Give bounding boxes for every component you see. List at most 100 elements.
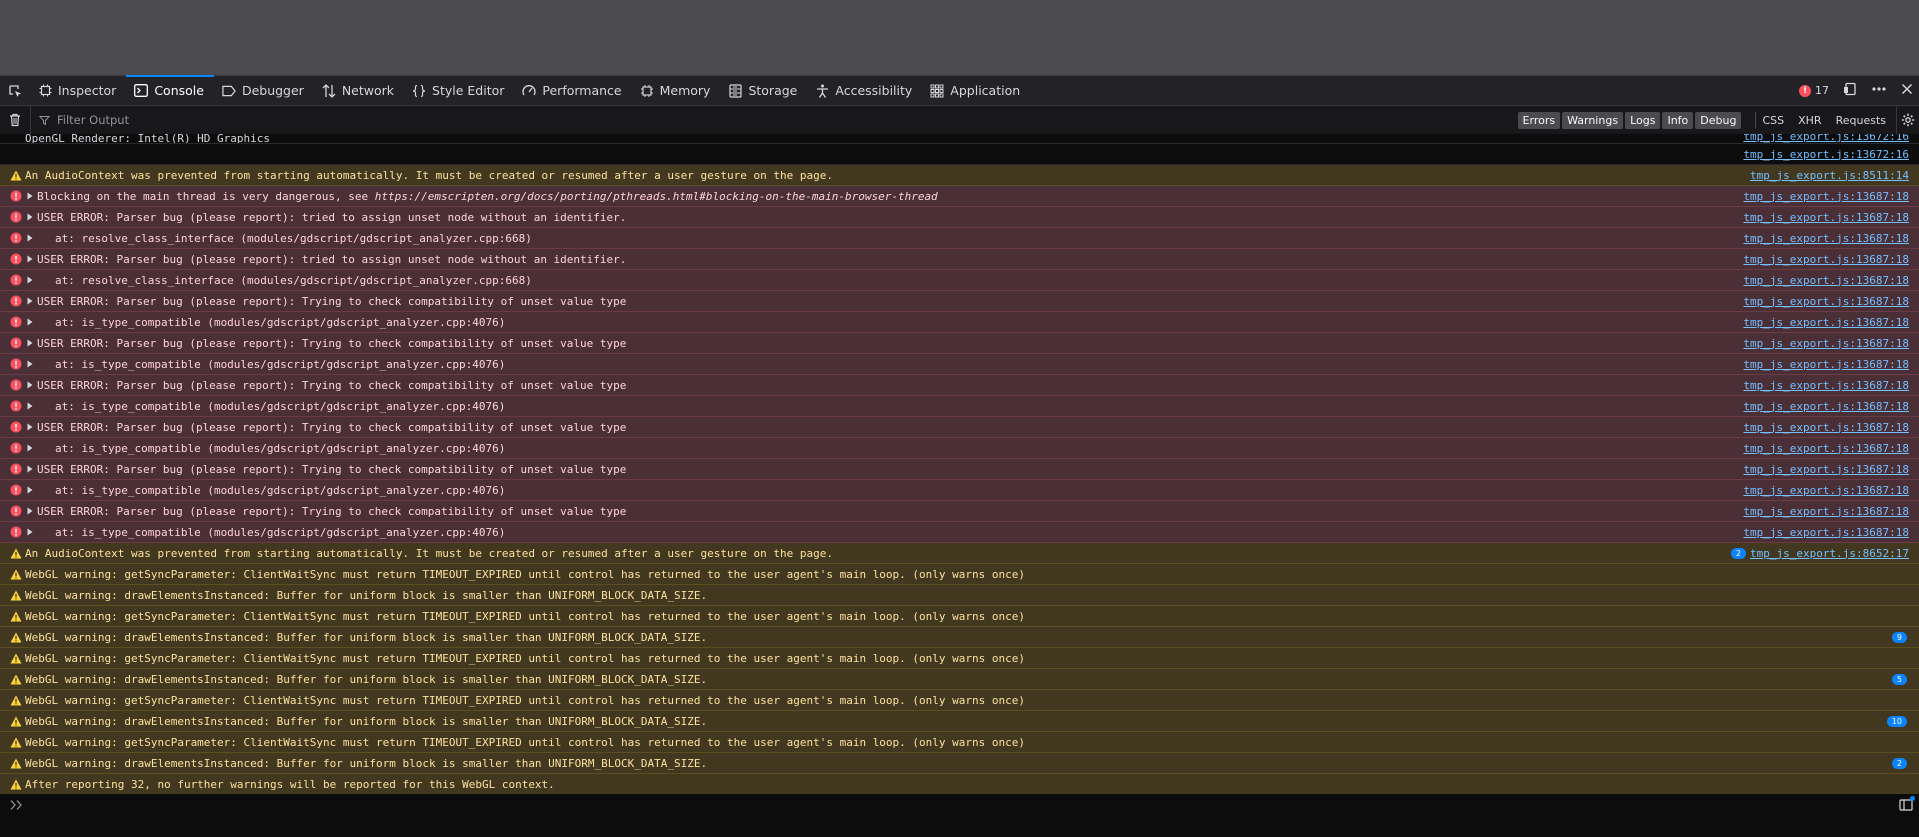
tab-performance[interactable]: Performance [514,76,631,105]
expand-chevron-icon[interactable] [25,255,35,263]
message-text: at: resolve_class_interface (modules/gds… [55,273,532,287]
expand-chevron-icon[interactable] [25,507,35,515]
tab-console[interactable]: Console [126,75,214,105]
tab-memory[interactable]: Memory [632,76,721,105]
message-text: An AudioContext was prevented from start… [25,546,833,560]
log-source-link[interactable]: tmp_js_export.js:13687:18 [1743,400,1909,413]
log-source-link[interactable]: tmp_js_export.js:13687:18 [1743,526,1909,539]
tab-label: Console [154,83,204,98]
expand-chevron-icon[interactable] [25,528,35,536]
expand-chevron-icon[interactable] [25,381,35,389]
close-devtools-button[interactable] [1901,83,1913,98]
tab-label: Network [341,83,395,98]
expand-chevron-icon[interactable] [25,192,35,200]
log-message: USER ERROR: Parser bug (please report): … [37,379,626,392]
log-source-link[interactable]: tmp_js_export.js:13687:18 [1743,484,1909,497]
storage-icon [728,83,742,98]
filter-xhr-button[interactable]: XHR [1798,114,1821,127]
expand-chevron-icon[interactable] [25,339,35,347]
console-settings-button[interactable] [1896,106,1919,134]
warning-message-row: WebGL warning: getSyncParameter: ClientW… [0,732,1919,753]
log-message: WebGL warning: drawElementsInstanced: Bu… [25,589,707,602]
filter-warnings-button[interactable]: Warnings [1562,111,1624,129]
expand-chevron-icon[interactable] [25,297,35,305]
memory-icon [640,84,654,98]
log-source-link[interactable]: tmp_js_export.js:13687:18 [1743,337,1909,350]
tab-accessibility[interactable]: Accessibility [807,76,922,105]
log-source-link[interactable]: tmp_js_export.js:13687:18 [1743,358,1909,371]
log-message: at: resolve_class_interface (modules/gds… [37,232,532,245]
message-link[interactable]: https://emscripten.org/docs/porting/pthr… [375,190,938,203]
tab-label: Storage [748,83,798,98]
log-source-link[interactable]: tmp_js_export.js:13687:18 [1743,442,1909,455]
log-message-row: tmp_js_export.js:13672:16 [0,144,1919,165]
expand-chevron-icon[interactable] [25,465,35,473]
tab-network[interactable]: Network [314,76,404,105]
log-source-link[interactable]: tmp_js_export.js:13687:18 [1743,232,1909,245]
warning-icon [9,777,23,791]
filter-output-input[interactable] [55,112,359,128]
log-message: OpenGL Renderer: Intel(R) HD Graphics [25,134,271,143]
error-message-row: USER ERROR: Parser bug (please report): … [0,459,1919,480]
responsive-design-icon [1844,82,1856,96]
log-source-link[interactable]: tmp_js_export.js:13687:18 [1743,190,1909,203]
console-input[interactable] [24,794,1899,816]
expand-chevron-icon[interactable] [25,444,35,452]
log-row-partial: OpenGL Renderer: Intel(R) HD Graphics tm… [0,134,1919,144]
error-message-row: USER ERROR: Parser bug (please report): … [0,333,1919,354]
expand-chevron-icon[interactable] [25,234,35,242]
tab-label: Inspector [58,83,117,98]
tab-style-editor[interactable]: Style Editor [404,76,514,105]
expand-chevron-icon[interactable] [25,213,35,221]
log-message: at: is_type_compatible (modules/gdscript… [37,484,505,497]
log-source-link[interactable]: tmp_js_export.js:13687:18 [1743,295,1909,308]
message-text: WebGL warning: drawElementsInstanced: Bu… [25,756,708,770]
style-editor-icon [412,84,426,98]
error-icon [9,273,23,287]
expand-chevron-icon[interactable] [25,360,35,368]
expand-chevron-icon[interactable] [25,318,35,326]
element-picker-button[interactable] [0,76,30,105]
tab-storage[interactable]: Storage [720,76,807,105]
error-count-button[interactable]: ! 17 [1799,84,1829,97]
tab-inspector[interactable]: Inspector [30,76,126,105]
log-source-link[interactable]: tmp_js_export.js:8652:17 [1750,547,1909,560]
message-text: WebGL warning: getSyncParameter: ClientW… [25,735,1026,749]
editor-mode-button[interactable] [1899,796,1915,812]
filter-logs-button[interactable]: Logs [1625,111,1661,129]
filter-errors-button[interactable]: Errors [1517,111,1561,129]
filter-info-button[interactable]: Info [1662,111,1694,129]
log-source-link[interactable]: tmp_js_export.js:13687:18 [1743,379,1909,392]
more-options-button[interactable] [1871,82,1887,99]
expand-chevron-icon[interactable] [25,402,35,410]
clear-console-button[interactable] [0,113,30,127]
filter-output-field[interactable] [30,106,1518,134]
tab-debugger[interactable]: Debugger [214,76,314,105]
expand-chevron-icon[interactable] [25,276,35,284]
filter-debug-button[interactable]: Debug [1695,111,1742,129]
log-source-link[interactable]: tmp_js_export.js:13687:18 [1743,463,1909,476]
log-source-link[interactable]: tmp_js_export.js:13672:16 [1743,134,1909,143]
responsive-design-button[interactable] [1843,82,1857,99]
request-filters: CSS XHR Requests [1762,114,1896,127]
log-source-link[interactable]: tmp_js_export.js:8511:14 [1750,169,1909,182]
tab-application[interactable]: Application [922,76,1030,105]
log-source-link[interactable]: tmp_js_export.js:13687:18 [1743,505,1909,518]
console-icon [134,84,149,98]
expand-chevron-icon[interactable] [25,486,35,494]
log-message: WebGL warning: getSyncParameter: ClientW… [25,694,1025,707]
performance-icon [522,84,537,98]
log-source-link[interactable]: tmp_js_export.js:13687:18 [1743,421,1909,434]
log-source-link[interactable]: tmp_js_export.js:13687:18 [1743,316,1909,329]
filter-css-button[interactable]: CSS [1762,114,1784,127]
log-source-link[interactable]: tmp_js_export.js:13687:18 [1743,211,1909,224]
message-text: USER ERROR: Parser bug (please report): … [37,210,627,224]
error-icon [9,231,23,245]
log-source-link[interactable]: tmp_js_export.js:13687:18 [1743,253,1909,266]
expand-chevron-icon[interactable] [25,423,35,431]
warning-icon [9,168,23,182]
log-source-link[interactable]: tmp_js_export.js:13672:16 [1743,148,1909,161]
log-source-link[interactable]: tmp_js_export.js:13687:18 [1743,274,1909,287]
repeat-count-badge: 5 [1891,673,1907,685]
filter-requests-button[interactable]: Requests [1836,114,1886,127]
